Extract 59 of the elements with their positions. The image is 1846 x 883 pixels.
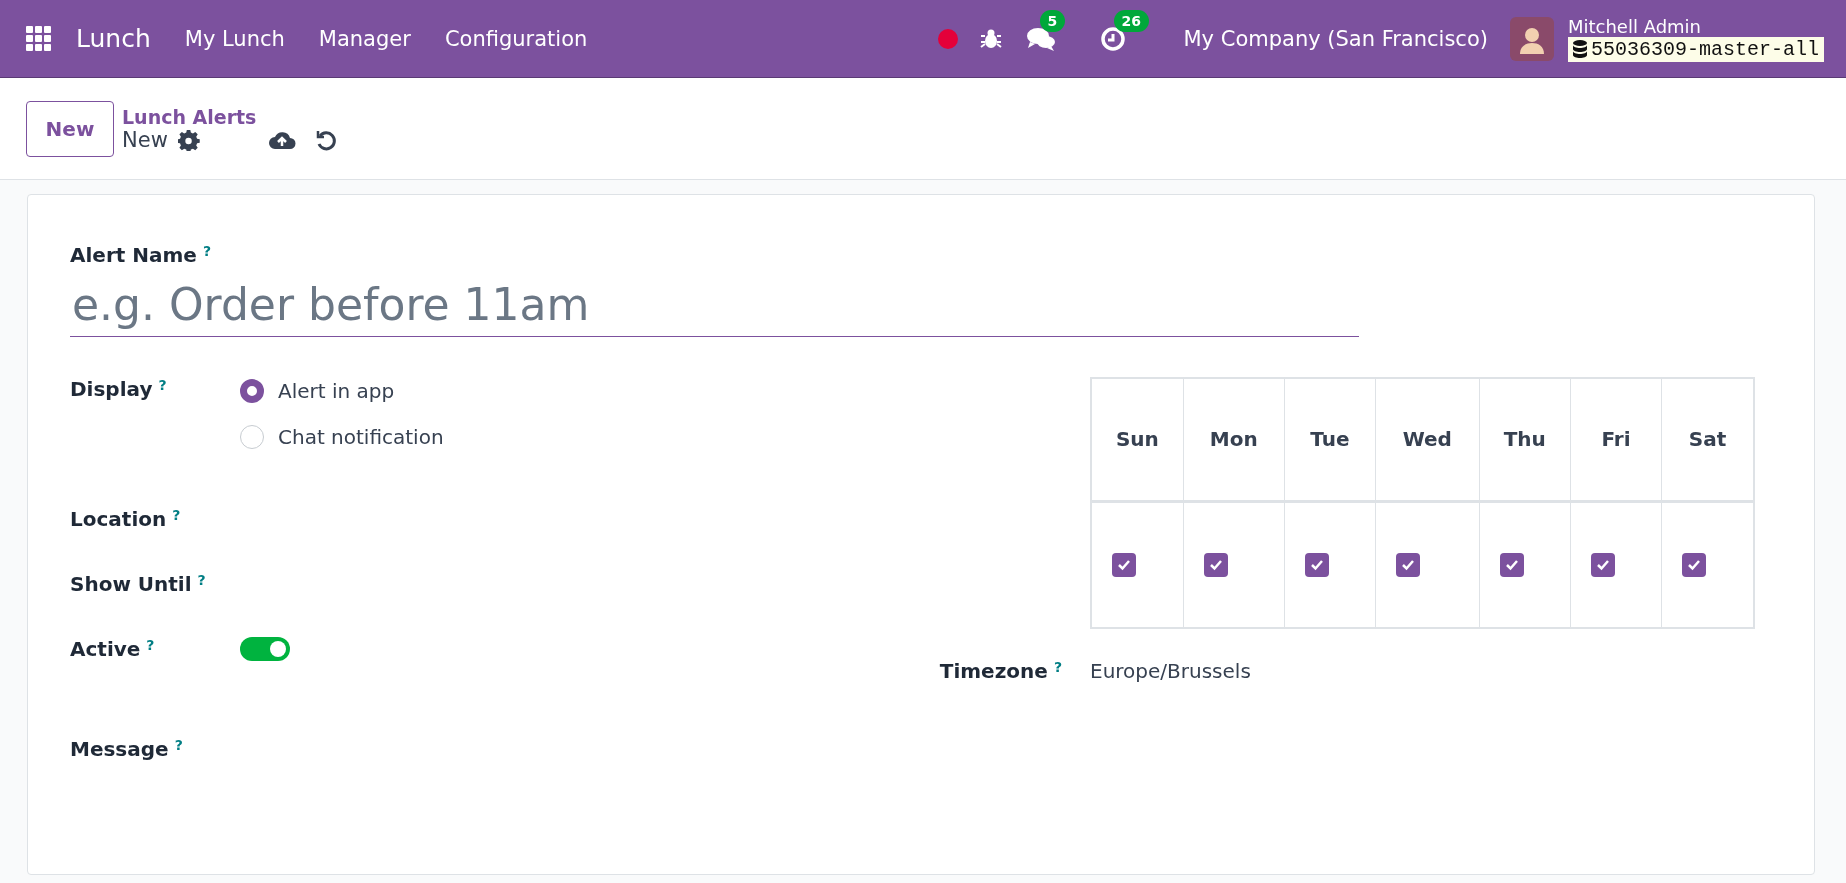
- clock-icon[interactable]: [1099, 25, 1126, 52]
- field-label: Active: [70, 637, 141, 661]
- help-tooltip-mark[interactable]: ?: [172, 507, 181, 523]
- menu-item[interactable]: Configuration: [444, 26, 588, 51]
- settings-icon[interactable]: [177, 128, 200, 151]
- database-icon: [1572, 40, 1587, 58]
- menu-item[interactable]: My Lunch: [184, 26, 285, 51]
- company-switcher[interactable]: My Company (San Francisco): [1183, 26, 1488, 51]
- database-label: 55036309-master-all: [1567, 36, 1824, 62]
- day-checkbox[interactable]: [1499, 552, 1524, 577]
- chat-icon[interactable]: [1025, 25, 1056, 52]
- field-label: Location: [70, 507, 167, 531]
- new-button[interactable]: New: [26, 100, 114, 157]
- checkmark-icon: [1309, 558, 1324, 571]
- radio-option[interactable]: Alert in app: [240, 379, 444, 403]
- day-header: Mon: [1183, 378, 1285, 501]
- activity-count-badge: 26: [1113, 9, 1149, 32]
- day-header: Thu: [1479, 378, 1571, 501]
- timezone-value[interactable]: Europe/Brussels: [1090, 659, 1251, 683]
- app-name[interactable]: Lunch: [76, 24, 151, 53]
- checkmark-icon: [1208, 558, 1223, 571]
- help-tooltip-mark[interactable]: ?: [202, 243, 212, 259]
- radio-option[interactable]: Chat notification: [240, 425, 444, 449]
- day-checkbox[interactable]: [1304, 552, 1329, 577]
- breadcrumb-link[interactable]: Lunch Alerts: [122, 105, 338, 128]
- field-label: Show Until: [70, 572, 192, 596]
- message-count-badge: 5: [1039, 9, 1066, 32]
- help-tooltip-mark[interactable]: ?: [197, 572, 206, 588]
- checkmark-icon: [1595, 558, 1610, 571]
- checkmark-icon: [1401, 558, 1415, 571]
- day-checkbox[interactable]: [1590, 552, 1615, 577]
- day-header: Wed: [1375, 378, 1480, 501]
- app-grid-icon[interactable]: [26, 25, 52, 52]
- user-name[interactable]: Mitchell Admin: [1567, 15, 1824, 37]
- record-dot-icon[interactable]: [937, 28, 958, 49]
- checkmark-icon: [1504, 558, 1519, 571]
- day-header: Fri: [1570, 378, 1662, 501]
- menu-item[interactable]: Manager: [318, 26, 411, 51]
- field-label: Display: [70, 377, 153, 401]
- day-checkbox[interactable]: [1396, 552, 1420, 577]
- checkmark-icon: [1687, 558, 1702, 571]
- help-tooltip-mark[interactable]: ?: [146, 637, 155, 653]
- help-tooltip-mark[interactable]: ?: [174, 737, 183, 753]
- bug-icon[interactable]: [979, 27, 1002, 50]
- active-toggle[interactable]: [240, 637, 290, 661]
- field-label: Timezone: [939, 659, 1048, 683]
- record-title: New: [122, 127, 168, 152]
- day-checkbox[interactable]: [1682, 552, 1707, 577]
- day-header: Tue: [1284, 378, 1376, 501]
- help-tooltip-mark[interactable]: ?: [1053, 659, 1062, 675]
- checkmark-icon: [1117, 558, 1131, 571]
- day-header: Sun: [1091, 378, 1184, 501]
- field-label: Message: [70, 737, 169, 761]
- help-tooltip-mark[interactable]: ?: [158, 377, 167, 393]
- field-label: Alert Name: [70, 243, 197, 267]
- day-checkbox[interactable]: [1203, 552, 1228, 577]
- user-avatar[interactable]: [1509, 16, 1554, 61]
- day-checkbox[interactable]: [1112, 552, 1136, 577]
- radio-button[interactable]: [240, 379, 264, 403]
